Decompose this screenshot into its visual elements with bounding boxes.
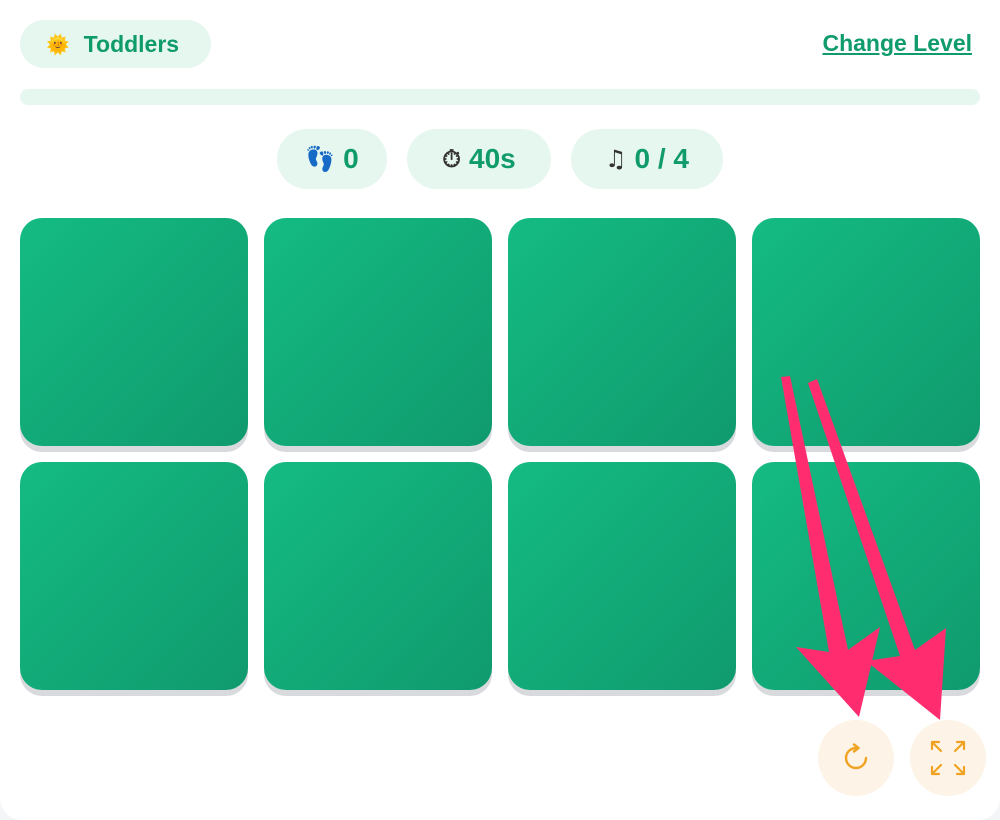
header: 🌞 Toddlers Change Level [20, 20, 972, 70]
stats-bar: 👣 0 ⏱ 40s ♫ 0 / 4 [0, 129, 1000, 189]
timer: ⏱ 40s [407, 129, 551, 189]
level-badge: 🌞 Toddlers [20, 20, 211, 68]
memory-card[interactable] [20, 218, 248, 446]
memory-card[interactable] [264, 218, 492, 446]
moves-value: 0 [343, 143, 359, 174]
fullscreen-icon [930, 740, 966, 776]
pairs-counter: ♫ 0 / 4 [571, 129, 723, 189]
level-label: Toddlers [83, 30, 180, 57]
moves-counter: 👣 0 [277, 129, 387, 189]
sun-icon: 🌞 [46, 33, 70, 56]
change-level-link[interactable]: Change Level [822, 30, 972, 57]
memory-card[interactable] [752, 462, 980, 690]
restart-icon [844, 743, 868, 770]
memory-card[interactable] [264, 462, 492, 690]
memory-card[interactable] [752, 218, 980, 446]
memory-card[interactable] [508, 218, 736, 446]
memory-game-app: 🌞 Toddlers Change Level 👣 0 ⏱ 40s ♫ 0 / … [0, 0, 1000, 820]
timer-value: 40s [469, 143, 516, 174]
restart-button[interactable] [818, 720, 894, 796]
game-controls [0, 720, 1000, 796]
music-note-icon: ♫ [605, 145, 627, 173]
progress-bar [20, 89, 980, 105]
stopwatch-icon: ⏱ [442, 145, 461, 173]
pairs-value: 0 / 4 [634, 143, 689, 174]
footprints-icon: 👣 [305, 145, 336, 173]
memory-card[interactable] [20, 462, 248, 690]
fullscreen-button[interactable] [910, 720, 986, 796]
memory-card[interactable] [508, 462, 736, 690]
